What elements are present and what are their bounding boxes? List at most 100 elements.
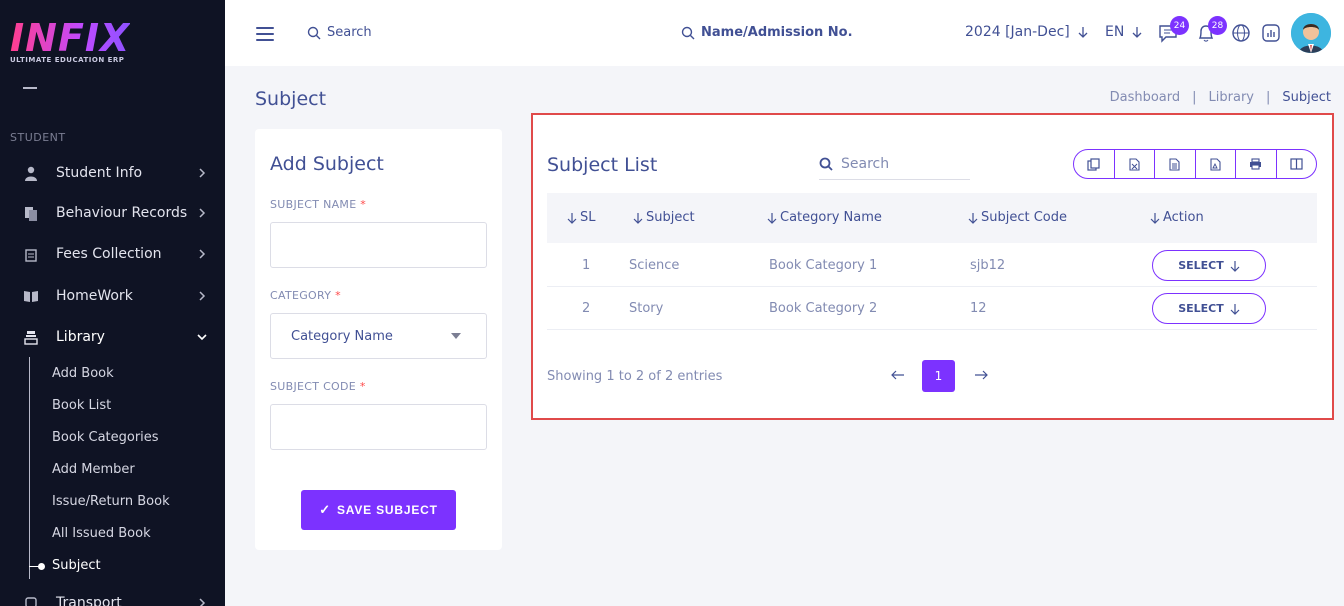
select-action-button[interactable]: SELECT — [1152, 250, 1266, 281]
student-icon — [23, 165, 39, 181]
cell-category: Book Category 2 — [769, 301, 878, 316]
copy-button[interactable] — [1074, 150, 1115, 178]
category-select[interactable]: Category Name — [270, 313, 487, 359]
breadcrumb-dashboard[interactable]: Dashboard — [1110, 90, 1181, 105]
chevron-right-icon — [199, 598, 206, 606]
print-button[interactable] — [1236, 150, 1277, 178]
next-page-arrow-icon[interactable] — [973, 367, 989, 383]
user-avatar[interactable] — [1291, 13, 1331, 53]
sidebar-item-label: HomeWork — [56, 288, 133, 304]
header-search-label: Search — [327, 25, 372, 40]
messages-button[interactable]: 24 — [1157, 16, 1189, 44]
sidebar-subitem-add-book[interactable]: Add Book — [52, 366, 114, 381]
sidebar-item-student-info[interactable]: Student Info — [0, 158, 225, 188]
sort-arrow-icon — [968, 212, 978, 224]
language-select[interactable]: EN — [1105, 24, 1142, 40]
globe-icon — [1232, 24, 1250, 42]
column-header-subject-code: Subject Code — [981, 210, 1068, 225]
breadcrumb-separator: | — [1192, 90, 1197, 105]
notifications-badge: 28 — [1208, 16, 1227, 35]
cell-subject-code: 12 — [970, 301, 987, 316]
chevron-down-icon — [197, 334, 207, 341]
sort-subject-code[interactable]: Subject Code — [968, 210, 1067, 225]
subject-name-label: SUBJECT NAME * — [270, 198, 366, 211]
csv-button[interactable] — [1155, 150, 1196, 178]
excel-button[interactable] — [1115, 150, 1155, 178]
table-row: 1 Science Book Category 1 sjb12 SELECT — [547, 244, 1317, 287]
column-header-subject: Subject — [646, 210, 695, 225]
sidebar-subitem-all-issued-book[interactable]: All Issued Book — [52, 526, 151, 541]
language-value: EN — [1105, 24, 1125, 40]
sort-category[interactable]: Category Name — [767, 210, 882, 225]
sidebar-item-label: Behaviour Records — [56, 205, 188, 221]
sidebar-item-homework[interactable]: HomeWork — [0, 281, 225, 311]
chart-icon — [1262, 24, 1280, 42]
sidebar-item-fees-collection[interactable]: Fees Collection — [0, 239, 225, 269]
messages-badge: 24 — [1170, 16, 1189, 35]
table-row: 2 Story Book Category 2 12 SELECT — [547, 287, 1317, 330]
chevron-right-icon — [199, 291, 206, 301]
sidebar-section-label: STUDENT — [10, 131, 66, 144]
submenu-line — [29, 357, 30, 579]
breadcrumb-subject: Subject — [1282, 90, 1331, 105]
reports-button[interactable] — [1260, 22, 1282, 44]
menu-toggle-icon[interactable] — [256, 27, 274, 41]
page-number-button[interactable]: 1 — [922, 360, 955, 392]
notifications-button[interactable]: 28 — [1195, 16, 1227, 44]
page-title: Subject — [255, 88, 327, 110]
cell-sl: 1 — [582, 258, 591, 273]
logo-tagline: ULTIMATE EDUCATION ERP — [10, 56, 125, 64]
sidebar-subitem-book-categories[interactable]: Book Categories — [52, 430, 159, 445]
table-header: SL Subject Category Name Subject Code Ac… — [547, 193, 1317, 243]
subject-code-label-text: SUBJECT CODE — [270, 380, 357, 393]
logo-text: INFIX — [10, 16, 131, 60]
pdf-button[interactable] — [1196, 150, 1236, 178]
sort-arrow-icon — [633, 212, 643, 224]
sidebar-subitem-add-member[interactable]: Add Member — [52, 462, 135, 477]
columns-icon — [1290, 158, 1303, 170]
required-mark: * — [360, 198, 367, 211]
sort-action[interactable]: Action — [1150, 210, 1204, 225]
fees-icon — [23, 246, 39, 262]
export-button-group — [1073, 149, 1317, 179]
collapse-dash-icon[interactable] — [23, 87, 37, 89]
search-icon — [307, 26, 321, 39]
arrow-down-icon — [1230, 303, 1240, 315]
prev-page-arrow-icon[interactable] — [890, 367, 906, 383]
student-search[interactable]: Name/Admission No. — [681, 25, 853, 40]
required-mark: * — [359, 380, 366, 393]
column-visibility-button[interactable] — [1277, 150, 1317, 178]
subject-code-input[interactable] — [270, 404, 487, 450]
sidebar-subitem-subject[interactable]: Subject — [52, 558, 101, 573]
category-label: CATEGORY * — [270, 289, 341, 302]
sidebar-subitem-book-list[interactable]: Book List — [52, 398, 111, 413]
caret-down-icon — [451, 333, 461, 339]
academic-year-select[interactable]: 2024 [Jan-Dec] — [965, 24, 1088, 40]
save-subject-button[interactable]: ✓ SAVE SUBJECT — [301, 490, 456, 530]
column-header-category: Category Name — [780, 210, 882, 225]
sidebar-item-label: Student Info — [56, 165, 143, 181]
academic-year-value: 2024 [Jan-Dec] — [965, 24, 1070, 40]
excel-icon — [1129, 157, 1140, 171]
breadcrumb: Dashboard | Library | Subject — [1110, 90, 1331, 105]
sidebar-item-library[interactable]: Library — [0, 322, 225, 352]
header-search[interactable]: Search — [307, 25, 372, 40]
cell-category: Book Category 1 — [769, 258, 878, 273]
list-search-input[interactable]: Search — [819, 148, 970, 180]
logo[interactable]: INFIX ULTIMATE EDUCATION ERP — [10, 18, 130, 64]
cell-subject-code: sjb12 — [970, 258, 1006, 273]
select-action-button[interactable]: SELECT — [1152, 293, 1266, 324]
top-header: Search Name/Admission No. 2024 [Jan-Dec]… — [225, 0, 1344, 66]
sort-sl[interactable]: SL — [567, 210, 596, 225]
sidebar-subitem-issue-return-book[interactable]: Issue/Return Book — [52, 494, 170, 509]
sidebar-item-behaviour-records[interactable]: Behaviour Records — [0, 198, 225, 228]
sort-subject[interactable]: Subject — [633, 210, 695, 225]
sidebar-item-label: Fees Collection — [56, 246, 162, 262]
breadcrumb-library[interactable]: Library — [1209, 90, 1254, 105]
subject-name-input[interactable] — [270, 222, 487, 268]
sidebar-item-transport[interactable]: Transport — [0, 588, 225, 606]
subject-list-card: Subject List Search SL Subject Category … — [531, 113, 1334, 420]
file-text-icon — [1169, 157, 1180, 171]
copy-icon — [1087, 157, 1100, 171]
website-button[interactable] — [1230, 22, 1252, 44]
